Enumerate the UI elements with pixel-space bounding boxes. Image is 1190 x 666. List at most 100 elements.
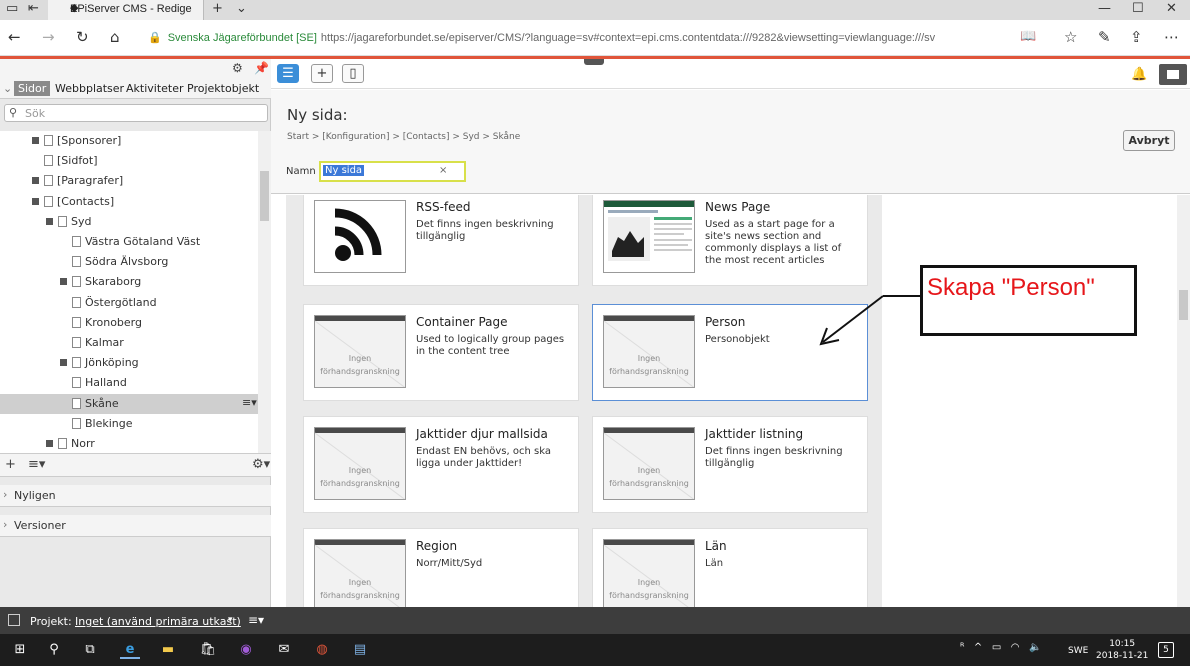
create-new-button[interactable]: + [311, 64, 333, 83]
more-dots-icon[interactable]: ⋯ [1164, 28, 1179, 46]
tab-list-chevron-down-icon[interactable]: ⌄ [236, 1, 247, 17]
add-page-icon[interactable]: + [5, 457, 16, 472]
name-input[interactable]: Ny sida × [319, 161, 466, 182]
tab-aktiviteter[interactable]: Aktiviteter [126, 82, 184, 95]
context-menu-icon[interactable]: ≡▾ [242, 396, 257, 409]
pen-icon[interactable]: ✎ [1098, 28, 1111, 46]
clock[interactable]: 10:15 2018-11-21 [1096, 638, 1148, 662]
chrome-icon[interactable]: ◍ [312, 641, 332, 659]
content-scrollbar[interactable] [1177, 195, 1190, 607]
page-type-card[interactable]: Ingen förhandsgranskning Jakttider djur m… [303, 416, 579, 513]
system-tray-icons[interactable]: ᴿ ^ ▭ ◠ 🔈 [960, 642, 1042, 653]
tab-webbplatser[interactable]: Webbplatser [55, 82, 124, 95]
page-type-card[interactable]: Ingen förhandsgranskning Län Län [592, 528, 868, 607]
page-type-description: Det finns ingen beskrivning tillgänglig [705, 446, 843, 469]
device-preview-button[interactable]: ▯ [342, 64, 364, 83]
favorites-star-icon[interactable]: ☆ [1064, 28, 1077, 46]
forward-arrow-icon[interactable]: → [42, 28, 55, 46]
browser-tab[interactable]: ◆ EPiServer CMS - Redige × [48, 0, 204, 20]
refresh-icon[interactable]: ↻ [76, 28, 89, 46]
page-type-card[interactable]: Ingen förhandsgranskning Jakttider listni… [592, 416, 868, 513]
tab-projektobjekt[interactable]: Projektobjekt [187, 82, 259, 95]
page-type-description: Län [705, 558, 724, 569]
tree-item[interactable]: [Sidfot] [0, 151, 258, 171]
mail-icon[interactable]: ✉ [274, 641, 294, 659]
app-purple-icon[interactable]: ◉ [236, 641, 256, 659]
tree-settings-gear-icon[interactable]: ⚙▾ [252, 457, 270, 472]
share-icon[interactable]: ⇪ [1130, 28, 1143, 46]
tree-item[interactable]: Jönköping [0, 353, 258, 373]
page-type-card[interactable]: RSS-feed Det finns ingen beskrivning till… [303, 195, 579, 286]
tree-item[interactable]: [Sponsorer] [0, 131, 258, 151]
tree-item[interactable]: Skaraborg [0, 272, 258, 292]
address-bar[interactable]: 🔒 Svenska Jägareförbundet [SE] https://jag… [148, 27, 1018, 49]
assets-folder-button[interactable] [1159, 64, 1187, 85]
expand-toggle-icon[interactable] [32, 177, 39, 185]
language-indicator[interactable]: SWE [1068, 646, 1088, 656]
tree-item[interactable]: Östergötland [0, 293, 258, 313]
project-selector[interactable]: Inget (använd primära utkast) [75, 615, 241, 628]
pin-icon[interactable]: 📌 [254, 61, 269, 75]
tree-item[interactable]: Halland [0, 373, 258, 393]
close-tab-icon[interactable]: × [70, 3, 76, 15]
file-explorer-icon[interactable]: ▬ [158, 641, 178, 659]
expand-toggle-icon[interactable] [32, 197, 39, 205]
expand-toggle-icon[interactable] [60, 359, 67, 367]
collapse-header-tab[interactable] [584, 59, 604, 65]
collapse-chevron-icon[interactable]: ⌄ [3, 82, 12, 95]
tree-item[interactable]: Norr [0, 434, 258, 453]
tree-item-label: Skåne [85, 396, 119, 410]
expand-toggle-icon[interactable] [46, 440, 53, 447]
accordion-versioner[interactable]: › Versioner [0, 515, 271, 537]
tree-item[interactable]: Västra Götaland Väst [0, 232, 258, 252]
tree-item[interactable]: Blekinge [0, 414, 258, 434]
cancel-button[interactable]: Avbryt [1123, 130, 1175, 151]
content-scrollbar-thumb[interactable] [1179, 290, 1188, 320]
page-type-card[interactable]: Ingen förhandsgranskning Container Page Us… [303, 304, 579, 401]
tab-sidor[interactable]: Sidor [14, 81, 51, 96]
page-type-card[interactable]: Ingen förhandsgranskning Region Norr/Mitt/… [303, 528, 579, 607]
edge-browser-icon[interactable]: e [120, 641, 140, 659]
accordion-nyligen[interactable]: › Nyligen [0, 485, 271, 507]
tree-item[interactable]: [Paragrafer] [0, 171, 258, 191]
windows-start-icon[interactable]: ⊞ [10, 641, 30, 659]
taskbar-search-icon[interactable]: ⚲ [44, 641, 64, 659]
tree-item[interactable]: Södra Älvsborg [0, 252, 258, 272]
tree-item[interactable]: Skåne ≡▾ [0, 393, 258, 414]
tree-item[interactable]: Kalmar [0, 333, 258, 353]
settings-gear-icon[interactable]: ⚙ [232, 61, 243, 75]
home-icon[interactable]: ⌂ [110, 28, 120, 46]
maximize-window-icon[interactable]: ☐ [1132, 1, 1144, 17]
expand-toggle-icon[interactable] [60, 278, 67, 286]
expand-toggle-icon[interactable] [32, 137, 39, 144]
name-label: Namn [286, 166, 316, 177]
tab-preview-icon[interactable]: ▭ [6, 1, 18, 17]
new-tab-icon[interactable]: + [212, 1, 223, 17]
expand-toggle-icon[interactable] [46, 217, 53, 225]
page-tree-toggle-button[interactable]: ☰ [277, 64, 299, 83]
tree-item[interactable]: Kronoberg [0, 313, 258, 333]
tree-scrollbar[interactable] [258, 131, 271, 453]
page-type-name: RSS-feed [416, 200, 471, 214]
reading-view-icon[interactable]: 📖 [1020, 28, 1036, 46]
tree-item[interactable]: [Contacts] [0, 192, 258, 212]
close-window-icon[interactable]: ✕ [1166, 1, 1177, 17]
notification-center-icon[interactable]: 5 [1158, 642, 1174, 658]
back-arrow-icon[interactable]: ← [8, 28, 21, 46]
tree-item[interactable]: Syd [0, 212, 258, 232]
left-navigation-pane: ⚙ 📌 ⌄ Sidor Webbplatser Aktiviteter Proj… [0, 59, 271, 607]
page-doc-icon [72, 236, 81, 247]
search-input[interactable]: ⚲ Sök [4, 104, 268, 122]
tree-scrollbar-thumb[interactable] [260, 171, 269, 221]
page-type-card[interactable]: News Page Used as a start page for a site… [592, 195, 868, 286]
app-notes-icon[interactable]: ▤ [350, 641, 370, 659]
set-aside-tabs-icon[interactable]: ⇤ [28, 1, 39, 17]
minimize-window-icon[interactable]: — [1098, 1, 1111, 17]
notification-bell-icon[interactable]: 🔔 [1131, 67, 1147, 82]
store-icon[interactable]: 🛍 [198, 641, 218, 659]
project-dropdown-chevron-icon[interactable]: ▾ [228, 615, 233, 625]
task-view-icon[interactable]: ⧉ [80, 641, 100, 659]
clear-input-icon[interactable]: × [439, 165, 447, 176]
tree-menu-icon[interactable]: ≡▾ [28, 457, 45, 472]
project-menu-icon[interactable]: ≡▾ [248, 613, 264, 627]
